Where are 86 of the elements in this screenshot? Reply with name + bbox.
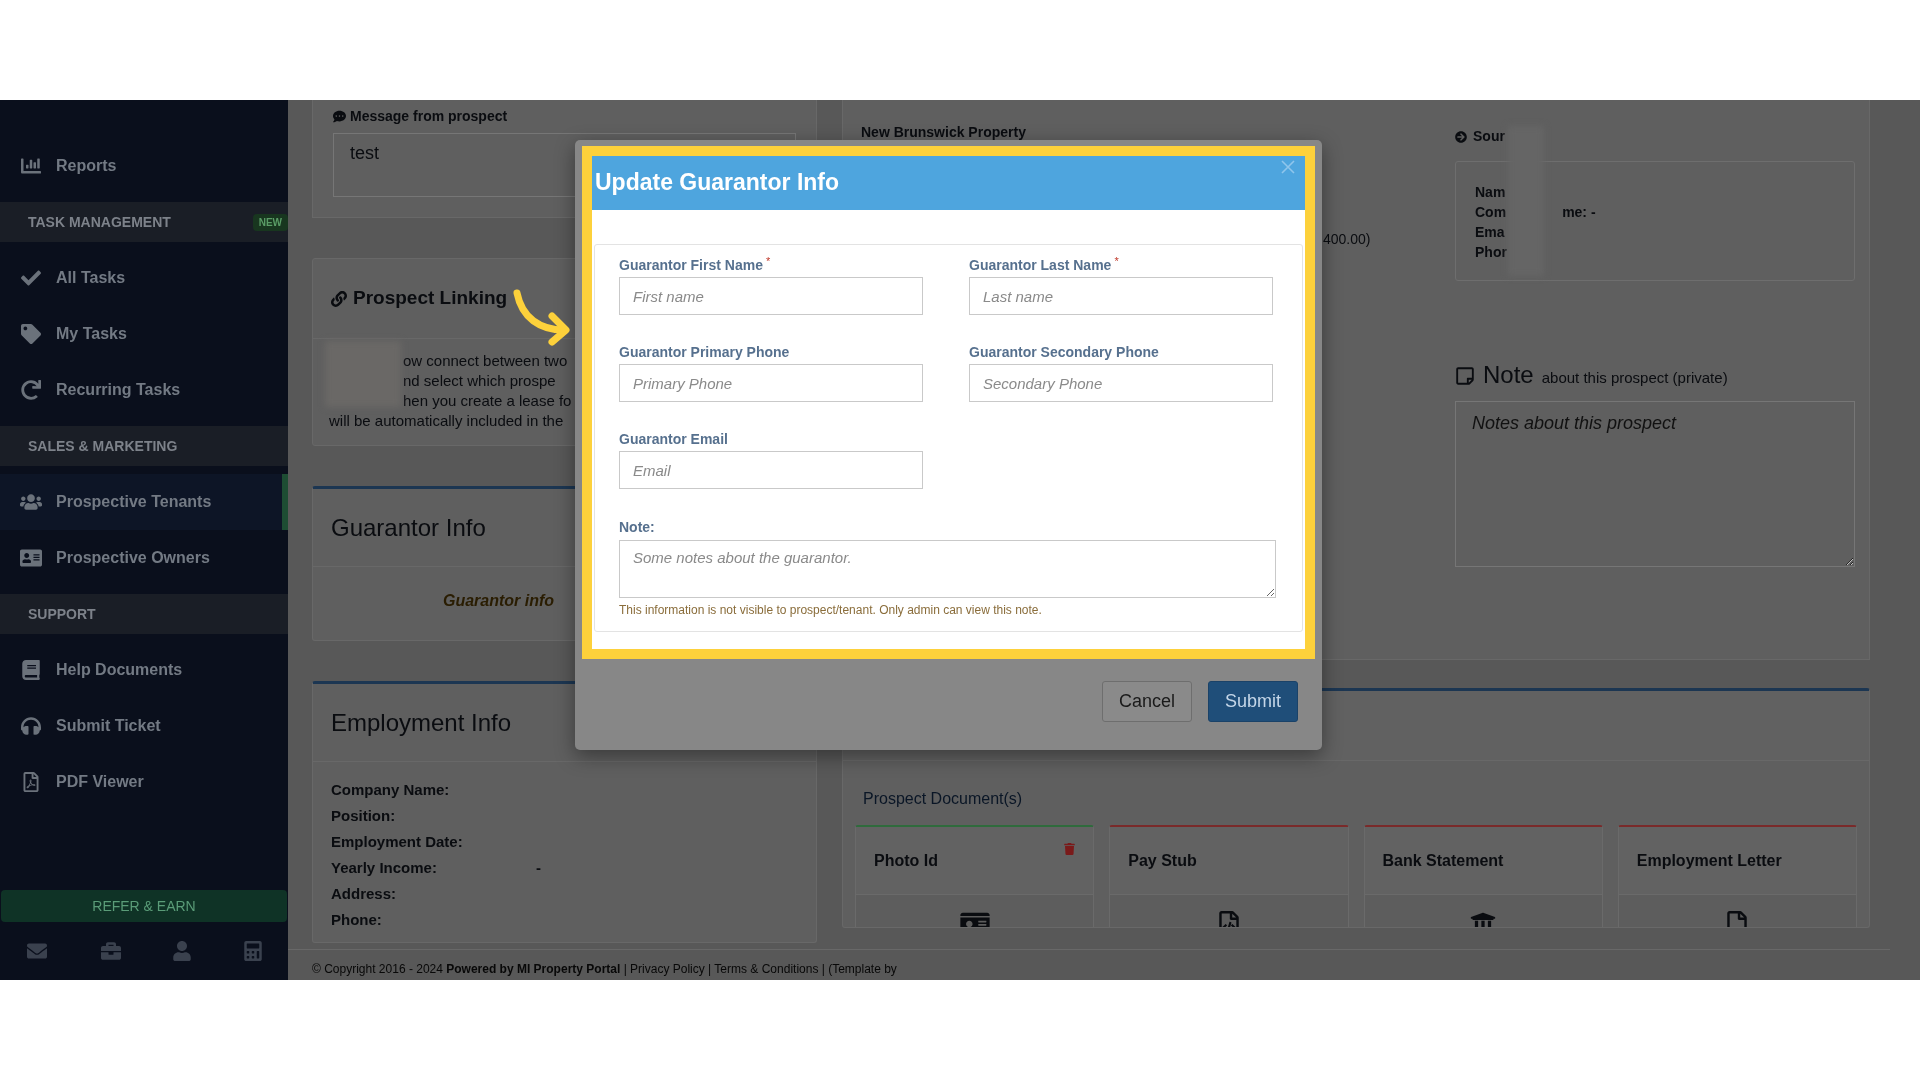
reference-label: Nam	[1475, 182, 1506, 202]
sidebar-item[interactable]: PDF Viewer	[0, 754, 288, 810]
description-text: nd select which prospe	[403, 371, 556, 391]
field-label: Address:	[331, 884, 398, 905]
note-title: Note	[1483, 361, 1534, 389]
calculator-icon[interactable]	[243, 941, 262, 961]
users-icon	[20, 492, 42, 512]
field-label: Phone:	[331, 910, 383, 931]
close-button[interactable]	[1281, 160, 1295, 174]
help-text: This information is not visible to prospect/tenant. Only admin can view this note.	[619, 602, 1043, 619]
note-subtitle: about this prospect (private)	[1541, 367, 1728, 388]
field-label: Yearly Income:	[331, 858, 438, 879]
note-field[interactable]: Notes about this prospect	[1455, 401, 1855, 567]
cancel-button[interactable]: Cancel	[1101, 681, 1192, 722]
description-text: will be automatically included in the	[329, 411, 564, 431]
field-label: Guarantor Secondary Phone	[969, 343, 1159, 362]
book-icon	[20, 660, 42, 680]
close-icon	[1281, 160, 1295, 174]
field-value: -	[536, 858, 541, 879]
refresh-icon	[20, 380, 42, 400]
text-input[interactable]: Last name	[969, 277, 1273, 315]
id-card-icon	[20, 548, 42, 568]
sidebar-item[interactable]: Prospective Owners	[0, 530, 288, 586]
tag-icon	[20, 324, 42, 344]
checkmark-icon	[20, 268, 42, 288]
section-title: SALES & MARKETING	[28, 436, 178, 456]
text-input[interactable]: Secondary Phone	[969, 364, 1273, 402]
card-title: Employment Info	[331, 707, 512, 738]
sidebar-item[interactable]: Reports	[0, 138, 288, 194]
required-mark: *	[765, 255, 771, 267]
reference-label: Ema	[1475, 222, 1505, 242]
submit-button[interactable]: Submit	[1207, 681, 1298, 722]
bar-chart-icon	[20, 156, 42, 176]
text-input[interactable]: Email	[619, 451, 923, 489]
comment-icon	[333, 110, 346, 123]
field-label: Guarantor Email	[619, 430, 728, 449]
document-card[interactable]: Employment Letter	[1617, 825, 1857, 927]
document-card[interactable]: Photo Id	[855, 825, 1095, 927]
amount-text: 400.00)	[1323, 231, 1371, 247]
refer-earn-button[interactable]: REFER & EARN	[1, 890, 287, 922]
reference-label: Phor	[1475, 242, 1507, 262]
sidebar-item[interactable]: Help Documents	[0, 642, 288, 698]
section-title: TASK MANAGEMENT	[28, 212, 171, 232]
property-name: New Brunswick Property	[861, 123, 1027, 142]
source-label: Sour	[1473, 127, 1505, 146]
reference-value: me: -	[1562, 202, 1596, 222]
sidebar-item[interactable]: My Tasks	[0, 306, 288, 362]
card-title: Prospect Linking	[353, 286, 508, 311]
document-card[interactable]: Bank Statement	[1363, 825, 1603, 927]
document-title: Employment Letter	[1636, 850, 1782, 871]
sidebar-item[interactable]: All Tasks	[0, 250, 288, 306]
message-label: Message from prospect	[350, 107, 508, 126]
field-label: Note:	[619, 519, 655, 535]
text-input[interactable]: First name	[619, 277, 923, 315]
field-label: Guarantor First Name	[619, 256, 763, 275]
footer-text: © Copyright 2016 - 2024 Powered by MI Property Portal | Privacy Policy | Terms & Conditions | (Template by	[312, 962, 897, 976]
new-badge: NEW	[252, 213, 288, 231]
sticky-note-icon	[1455, 366, 1475, 386]
field-label: Employment Date:	[331, 832, 464, 853]
field-label: Guarantor Primary Phone	[619, 343, 790, 362]
trash-icon[interactable]	[1064, 843, 1076, 855]
description-text: ow connect between two	[403, 351, 568, 371]
field-label: Guarantor Last Name	[969, 256, 1112, 275]
section-title: SUPPORT	[28, 604, 96, 624]
envelope-icon[interactable]	[26, 941, 49, 961]
headphones-icon	[20, 716, 42, 736]
sidebar-item[interactable]: Submit Ticket	[0, 698, 288, 754]
reference-label: Com	[1475, 202, 1507, 222]
document-title: Bank Statement	[1382, 850, 1504, 871]
sidebar-item[interactable]: Recurring Tasks	[0, 362, 288, 418]
field-label: Position:	[331, 806, 397, 827]
note-field[interactable]: Some notes about the guarantor.	[619, 540, 1276, 598]
description-text: hen you create a lease fo	[403, 391, 572, 411]
empty-state-text: Guarantor info	[443, 591, 555, 611]
briefcase-icon[interactable]	[100, 941, 121, 961]
text-input[interactable]: Primary Phone	[619, 364, 923, 402]
user-icon[interactable]	[173, 941, 192, 961]
document-title: Photo Id	[874, 850, 938, 871]
required-mark: *	[1114, 255, 1119, 267]
sidebar-item[interactable]: Prospective Tenants	[0, 474, 288, 530]
document-title: Pay Stub	[1128, 850, 1197, 871]
document-card[interactable]: Pay Stub	[1109, 825, 1349, 927]
card-title: Guarantor Info	[331, 512, 486, 543]
field-label: Company Name:	[331, 780, 451, 801]
link-icon	[331, 290, 347, 307]
section-title: Prospect Document(s)	[863, 790, 1023, 807]
